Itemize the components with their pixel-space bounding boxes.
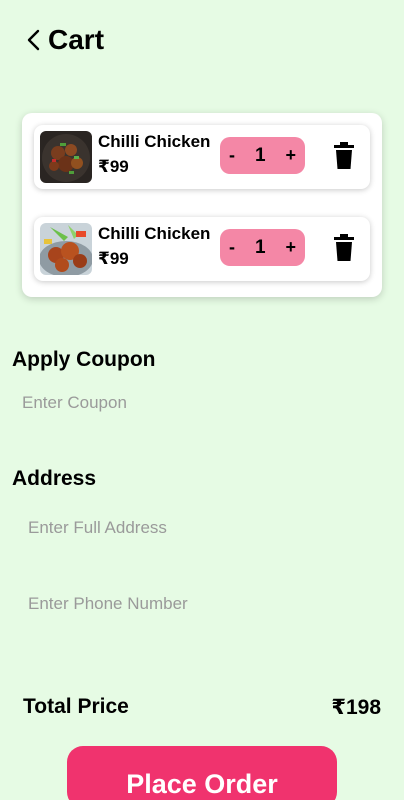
item-name: Chilli Chicken — [98, 132, 211, 151]
coupon-heading: Apply Coupon — [12, 348, 156, 371]
increment-button[interactable]: + — [285, 237, 296, 258]
page-title: Cart — [48, 24, 105, 55]
item-image — [40, 223, 92, 275]
quantity-stepper: - 1 + — [220, 229, 305, 266]
trash-icon[interactable] — [332, 142, 356, 170]
quantity-value: 1 — [254, 236, 266, 258]
item-image — [40, 131, 92, 183]
address-heading: Address — [12, 467, 97, 490]
total-price-label: Total Price — [23, 695, 129, 718]
chevron-left-icon[interactable] — [26, 28, 44, 52]
decrement-button[interactable]: - — [229, 145, 235, 166]
cart-item: Chilli Chicken ₹99 - 1 + — [34, 125, 370, 189]
quantity-stepper: - 1 + — [220, 137, 305, 174]
place-order-button[interactable]: Place Order — [67, 746, 337, 800]
quantity-value: 1 — [254, 144, 266, 166]
address-input[interactable] — [28, 515, 382, 541]
increment-button[interactable]: + — [285, 145, 296, 166]
trash-icon[interactable] — [332, 234, 356, 262]
total-price-value: ₹198 — [331, 696, 381, 719]
cart-item: Chilli Chicken ₹99 - 1 + — [34, 217, 370, 281]
phone-input[interactable] — [28, 591, 382, 617]
cart-list: Chilli Chicken ₹99 - 1 + Chilli Chicken … — [22, 113, 382, 297]
item-price: ₹99 — [98, 157, 129, 176]
page-header: Cart — [26, 20, 104, 60]
decrement-button[interactable]: - — [229, 237, 235, 258]
coupon-input[interactable] — [22, 390, 382, 416]
item-name: Chilli Chicken — [98, 224, 211, 243]
item-price: ₹99 — [98, 249, 129, 268]
